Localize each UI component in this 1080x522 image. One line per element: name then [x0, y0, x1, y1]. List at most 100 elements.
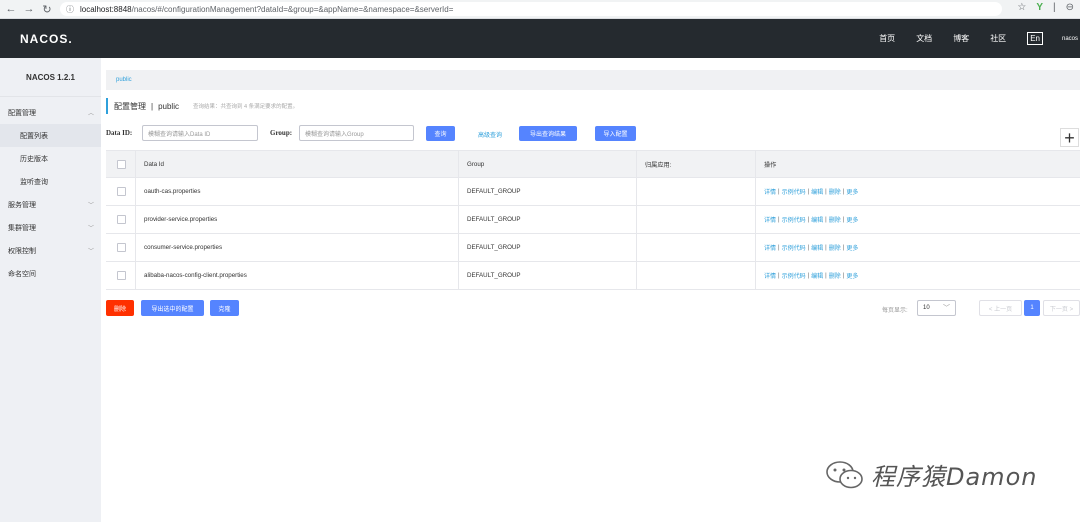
op-delete[interactable]: 删除	[829, 271, 841, 280]
chevron-down-icon: ﹀	[87, 226, 94, 232]
nav-home[interactable]: 首页	[879, 33, 895, 44]
op-detail[interactable]: 详情	[764, 243, 776, 252]
sidebar-item-cluster-management[interactable]: 集群管理 ﹀	[0, 216, 101, 239]
op-edit[interactable]: 编辑	[811, 271, 823, 280]
sidebar-item-history[interactable]: 历史版本	[0, 147, 101, 170]
namespace-tab[interactable]: public	[116, 77, 132, 83]
nav-community[interactable]: 社区	[990, 33, 1006, 44]
cell-app	[636, 178, 755, 205]
sidebar-item-config-management[interactable]: 配置管理 ︿	[0, 101, 101, 124]
cell-data-id: consumer-service.properties	[135, 234, 458, 261]
op-edit[interactable]: 编辑	[811, 215, 823, 224]
op-sample-code[interactable]: 示例代码	[782, 215, 806, 224]
op-more[interactable]: 更多	[846, 271, 858, 280]
row-checkbox[interactable]	[117, 187, 126, 196]
add-config-icon[interactable]: +	[1060, 128, 1079, 147]
page-title: 配置管理 | public 查询结果：共查询到 4 条满足要求的配置。	[106, 98, 298, 114]
cell-app	[636, 234, 755, 261]
page-size-label: 每页显示:	[882, 308, 908, 314]
table-row: consumer-service.properties DEFAULT_GROU…	[106, 234, 1080, 262]
cell-app	[636, 262, 755, 289]
info-icon[interactable]: ⓘ	[66, 4, 74, 15]
op-sample-code[interactable]: 示例代码	[782, 187, 806, 196]
cell-operations: 详情 | 示例代码 | 编辑 | 删除 | 更多	[755, 206, 1080, 233]
select-all-checkbox[interactable]	[117, 159, 126, 169]
table-row: provider-service.properties DEFAULT_GROU…	[106, 206, 1080, 234]
header-operations: 操作	[755, 151, 1080, 177]
forward-arrow-icon[interactable]: →	[22, 2, 36, 16]
op-detail[interactable]: 详情	[764, 187, 776, 196]
nav-blog[interactable]: 博客	[953, 33, 969, 44]
op-delete[interactable]: 删除	[829, 215, 841, 224]
op-edit[interactable]: 编辑	[811, 243, 823, 252]
cell-group: DEFAULT_GROUP	[458, 262, 636, 289]
star-icon[interactable]: ☆	[1017, 2, 1026, 13]
cell-operations: 详情 | 示例代码 | 编辑 | 删除 | 更多	[755, 262, 1080, 289]
cell-data-id: alibaba-nacos-config-client.properties	[135, 262, 458, 289]
chevron-down-icon: ﹀	[87, 203, 94, 209]
advanced-query-link[interactable]: 高级查询	[478, 130, 502, 139]
top-navbar: NACOS. 首页 文档 博客 社区 En nacos	[0, 19, 1080, 58]
group-label: Group:	[270, 129, 293, 137]
query-result-hint: 查询结果：共查询到 4 条满足要求的配置。	[192, 104, 299, 110]
row-checkbox[interactable]	[117, 271, 126, 280]
group-input[interactable]: 模糊查询请输入Group	[299, 125, 414, 141]
extension-icon[interactable]: Y	[1036, 2, 1043, 13]
export-results-button[interactable]: 导出查询结果	[519, 126, 577, 141]
header-group: Group	[458, 151, 636, 177]
language-switch[interactable]: En	[1027, 32, 1043, 45]
table-footer: 删除 导出选中的配置 克隆 每页显示: 10 ﹀ < 上一页 1 下一页 >	[106, 300, 1080, 316]
cell-operations: 详情 | 示例代码 | 编辑 | 删除 | 更多	[755, 178, 1080, 205]
sidebar-item-service-management[interactable]: 服务管理 ﹀	[0, 193, 101, 216]
user-name[interactable]: nacos	[1062, 36, 1078, 42]
export-selected-button[interactable]: 导出选中的配置	[141, 300, 204, 316]
op-more[interactable]: 更多	[846, 215, 858, 224]
page-size-select[interactable]: 10 ﹀	[917, 300, 956, 316]
op-delete[interactable]: 删除	[829, 243, 841, 252]
account-icon[interactable]: ⊖	[1066, 2, 1074, 13]
sidebar-item-listener-query[interactable]: 监听查询	[0, 170, 101, 193]
version-label: NACOS 1.2.1	[0, 58, 101, 97]
cell-operations: 详情 | 示例代码 | 编辑 | 删除 | 更多	[755, 234, 1080, 261]
cell-group: DEFAULT_GROUP	[458, 178, 636, 205]
op-detail[interactable]: 详情	[764, 215, 776, 224]
header-data-id: Data Id	[135, 151, 458, 177]
separator-icon: |	[1053, 2, 1056, 13]
prev-page-button[interactable]: < 上一页	[979, 300, 1022, 316]
page-1-button[interactable]: 1	[1024, 300, 1040, 316]
config-table: Data Id Group 归属应用: 操作 oauth-cas.propert…	[106, 150, 1080, 290]
op-more[interactable]: 更多	[846, 243, 858, 252]
op-more[interactable]: 更多	[846, 187, 858, 196]
cell-data-id: provider-service.properties	[135, 206, 458, 233]
dataid-label: Data ID:	[106, 129, 133, 137]
nav-docs[interactable]: 文档	[916, 33, 932, 44]
cell-app	[636, 206, 755, 233]
op-sample-code[interactable]: 示例代码	[782, 243, 806, 252]
back-arrow-icon[interactable]: ←	[4, 2, 18, 16]
reload-icon[interactable]: ↻	[40, 2, 54, 16]
row-checkbox[interactable]	[117, 215, 126, 224]
query-button[interactable]: 查询	[426, 126, 455, 141]
dataid-input[interactable]: 模糊查询请输入Data ID	[142, 125, 258, 141]
import-config-button[interactable]: 导入配置	[595, 126, 636, 141]
sidebar-item-namespace[interactable]: 命名空间	[0, 262, 101, 285]
op-detail[interactable]: 详情	[764, 271, 776, 280]
table-row: oauth-cas.properties DEFAULT_GROUP 详情 | 示…	[106, 178, 1080, 206]
row-checkbox[interactable]	[117, 243, 126, 252]
address-bar[interactable]: ⓘ localhost:8848/nacos/#/configurationMa…	[60, 2, 1002, 16]
delete-button[interactable]: 删除	[106, 300, 134, 316]
browser-toolbar: ← → ↻ ⓘ localhost:8848/nacos/#/configura…	[0, 0, 1080, 19]
nacos-logo[interactable]: NACOS.	[20, 32, 73, 46]
clone-button[interactable]: 克隆	[210, 300, 239, 316]
next-page-button[interactable]: 下一页 >	[1043, 300, 1080, 316]
sidebar-item-access-control[interactable]: 权限控制 ﹀	[0, 239, 101, 262]
op-delete[interactable]: 删除	[829, 187, 841, 196]
sidebar: NACOS 1.2.1 配置管理 ︿ 配置列表 历史版本 监听查询 服务管理 ﹀…	[0, 58, 101, 522]
sidebar-item-config-list[interactable]: 配置列表	[0, 124, 101, 147]
cell-data-id: oauth-cas.properties	[135, 178, 458, 205]
table-header: Data Id Group 归属应用: 操作	[106, 150, 1080, 178]
main-content: public 配置管理 | public 查询结果：共查询到 4 条满足要求的配…	[101, 58, 1080, 522]
op-edit[interactable]: 编辑	[811, 187, 823, 196]
namespace-bar: public	[106, 70, 1080, 90]
op-sample-code[interactable]: 示例代码	[782, 271, 806, 280]
